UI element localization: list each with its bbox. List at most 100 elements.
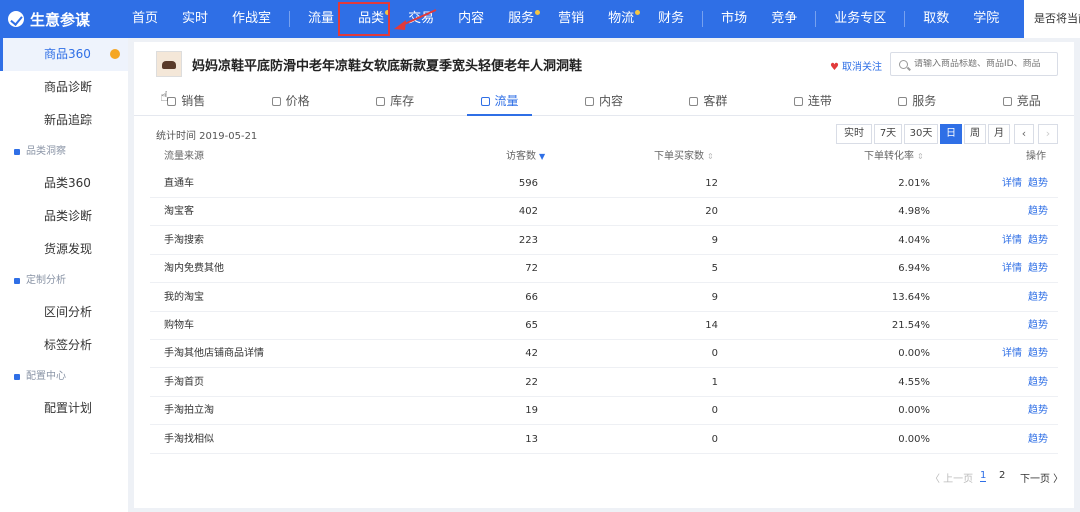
search-box[interactable] — [890, 52, 1058, 76]
nav-item[interactable]: 实时 — [170, 0, 220, 38]
trend-link[interactable]: 趋势 — [1028, 284, 1048, 312]
sidebar-item-label: 商品诊断 — [44, 80, 93, 94]
source-cell: 手淘其他店铺商品详情 — [164, 348, 264, 360]
period-button[interactable]: 日 — [940, 124, 962, 144]
buyers-cell: 9 — [711, 291, 718, 303]
visitors-cell: 596 — [518, 178, 538, 189]
header-visitors[interactable]: 访客数 ▼ — [506, 148, 545, 168]
header-buyers[interactable]: 下单买家数 ⇕ — [654, 148, 714, 168]
trend-link[interactable]: 趋势 — [1028, 198, 1048, 226]
sidebar-item[interactable]: 品类诊断 — [0, 200, 128, 233]
rate-cell: 6.94% — [898, 263, 930, 275]
table-row: 淘宝客 402 20 4.98% 趋势 — [150, 198, 1058, 227]
tab-label: 销售 — [181, 94, 206, 108]
source-cell: 淘宝客 — [164, 206, 194, 218]
sidebar-item[interactable]: 货源发现 — [0, 233, 128, 266]
nav-item[interactable]: 市场 — [709, 0, 759, 38]
detail-link[interactable]: 详情 — [1002, 255, 1022, 283]
detail-link[interactable]: 详情 — [1002, 227, 1022, 255]
sidebar-item-label: 配置中心 — [26, 371, 66, 382]
header-rate-label: 下单转化率 — [864, 151, 914, 162]
traffic-source-table: 流量来源 访客数 ▼ 下单买家数 ⇕ 下单转化率 ⇕ 操作 直通车 596 12 2.01%… — [134, 148, 1074, 454]
sidebar-item[interactable]: 商品360 — [0, 38, 128, 71]
period-button[interactable]: 7天 — [874, 124, 902, 144]
period-button[interactable]: 实时 — [836, 124, 872, 144]
source-cell: 购物车 — [164, 320, 194, 331]
main-panel: 妈妈凉鞋平底防滑中老年凉鞋女软底新款夏季宽头轻便老年人洞洞鞋 ♥取消关注 销售 价… — [134, 42, 1074, 508]
tab-item[interactable]: 服务 — [865, 86, 969, 115]
trend-link[interactable]: 趋势 — [1028, 369, 1048, 397]
nav-item[interactable]: 营销 — [546, 0, 596, 38]
trend-link[interactable]: 趋势 — [1028, 227, 1048, 255]
nav-item[interactable]: 取数 — [911, 0, 961, 38]
trend-link[interactable]: 趋势 — [1028, 340, 1048, 368]
sidebar-item[interactable]: 品类360 — [0, 167, 128, 200]
sidebar-item[interactable]: 新品追踪 — [0, 104, 128, 137]
nav-item[interactable]: 首页 — [120, 0, 170, 38]
buyers-cell: 14 — [705, 320, 718, 331]
product-thumbnail[interactable] — [156, 51, 182, 77]
tab-item[interactable]: 流量 — [447, 86, 552, 116]
sidebar-item[interactable]: 标签分析 — [0, 329, 128, 362]
header-rate[interactable]: 下单转化率 ⇕ — [864, 148, 924, 168]
page-1-button[interactable]: 1 — [980, 470, 987, 482]
nav-item[interactable]: 学院 — [961, 0, 1011, 38]
trend-link[interactable]: 趋势 — [1028, 255, 1048, 283]
period-button[interactable]: 月 — [988, 124, 1010, 144]
tab-item[interactable]: 连带 — [761, 86, 865, 115]
page-2-button[interactable]: 2 — [999, 470, 1005, 481]
trend-link[interactable]: 趋势 — [1028, 170, 1048, 198]
nav-item[interactable]: 物流 — [596, 0, 646, 38]
tab-item[interactable]: 竞品 — [970, 86, 1074, 115]
tab-icon — [167, 97, 177, 106]
prev-date-button[interactable]: ‹ — [1014, 124, 1034, 144]
nav-item-label: 市场 — [721, 11, 748, 26]
nav-item[interactable]: 服务 — [496, 0, 546, 38]
detail-link[interactable]: 详情 — [1002, 170, 1022, 198]
rate-cell: 21.54% — [891, 320, 930, 331]
nav-right-notice[interactable]: 是否将当前 — [1024, 0, 1080, 38]
sidebar-item-label: 标签分析 — [44, 338, 93, 352]
trend-link[interactable]: 趋势 — [1028, 397, 1048, 425]
tab-label: 内容 — [598, 94, 623, 108]
tab-item[interactable]: 内容 — [552, 86, 656, 115]
source-cell: 手淘拍立淘 — [164, 405, 214, 417]
rate-cell: 0.00% — [898, 348, 930, 360]
tab-item[interactable]: 价格 — [238, 86, 342, 115]
table-row: 直通车 596 12 2.01% 详情 趋势 — [150, 170, 1058, 198]
tab-item[interactable]: 销售 — [134, 86, 238, 115]
header-visitors-label: 访客数 — [506, 151, 536, 162]
tab-item[interactable]: 客群 — [656, 86, 760, 115]
sidebar-item[interactable]: 配置计划 — [0, 392, 128, 425]
sidebar-item[interactable]: 商品诊断 — [0, 71, 128, 104]
nav-item-label: 营销 — [558, 11, 585, 26]
search-input[interactable] — [914, 59, 1054, 69]
source-cell: 手淘首页 — [164, 376, 204, 388]
trend-link[interactable]: 趋势 — [1028, 312, 1048, 340]
prev-page-button[interactable]: 〈 上一页 — [930, 470, 973, 485]
sidebar-group: 品类洞察 — [0, 137, 128, 167]
nav-item[interactable]: 作战室 — [220, 0, 283, 38]
detail-link[interactable]: 详情 — [1002, 340, 1022, 368]
app-logo[interactable]: 生意参谋 — [0, 9, 120, 30]
unfollow-button[interactable]: ♥ 取消关注 — [830, 58, 882, 73]
period-button[interactable]: 周 — [964, 124, 986, 144]
sidebar-item-label: 新品追踪 — [44, 113, 93, 127]
nav-item[interactable]: 财务 — [646, 0, 696, 38]
nav-item[interactable]: 竞争 — [759, 0, 809, 38]
search-icon — [899, 59, 908, 69]
nav-item[interactable]: 内容 — [446, 0, 496, 38]
period-button[interactable]: 30天 — [904, 124, 938, 144]
tab-item[interactable]: 库存 — [343, 86, 447, 115]
visitors-cell: 22 — [525, 376, 538, 388]
visitors-cell: 66 — [525, 291, 538, 303]
tab-icon — [584, 97, 594, 106]
next-page-button[interactable]: 下一页 〉 — [1020, 470, 1063, 485]
sort-desc-icon: ▼ — [539, 152, 546, 161]
nav-item[interactable]: 业务专区 — [822, 0, 898, 38]
next-date-button[interactable]: › — [1038, 124, 1058, 144]
trend-link[interactable]: 趋势 — [1028, 426, 1048, 454]
visitors-cell: 223 — [518, 234, 538, 246]
table-row: 手淘找相似 13 0 0.00% 趋势 — [150, 426, 1058, 454]
sidebar-item[interactable]: 区间分析 — [0, 296, 128, 329]
